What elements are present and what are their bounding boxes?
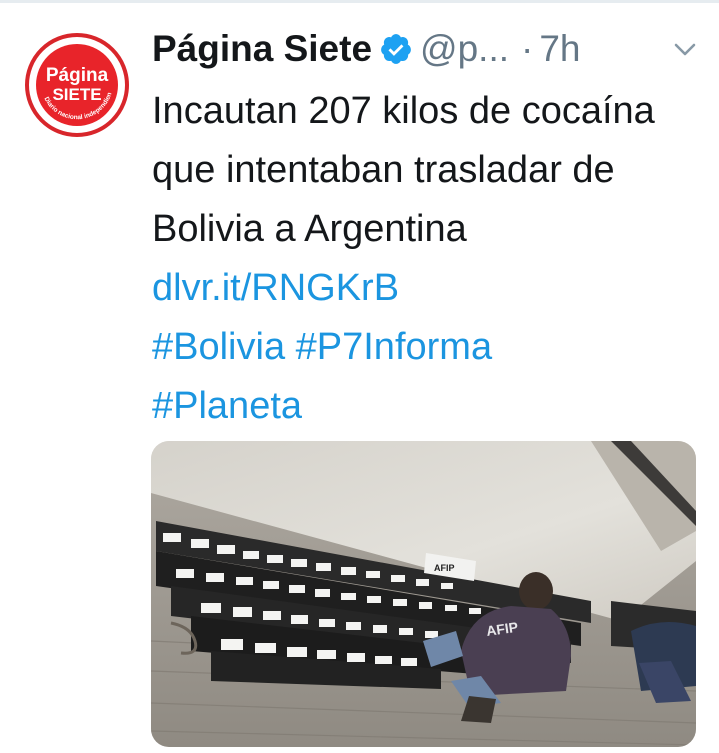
tweet-text: Incautan 207 kilos de cocaína que intent… [152, 82, 692, 436]
separator-dot: · [521, 28, 534, 69]
tweet-header: Página Siete @p... · 7h [152, 26, 712, 72]
verified-badge-icon [381, 34, 411, 64]
avatar[interactable]: Página SIETE Diario nacional independien… [25, 33, 129, 137]
hashtag-bolivia[interactable]: #Bolivia [152, 326, 285, 368]
logo-tagline-arc: Diario nacional independiente [29, 37, 114, 121]
hashtag-p7informa[interactable]: #P7Informa [296, 326, 492, 368]
photo-cocaine-seizure: AFIP AFIP [151, 441, 696, 747]
chevron-down-icon[interactable] [674, 42, 696, 58]
tweet-body: Incautan 207 kilos de cocaína que intent… [152, 90, 655, 250]
timestamp[interactable]: 7h [539, 28, 580, 70]
author-handle[interactable]: @p... [420, 28, 509, 70]
tweet-link[interactable]: dlvr.it/RNGKrB [152, 267, 399, 309]
svg-text:Diario nacional independiente: Diario nacional independiente [29, 37, 114, 121]
svg-text:AFIP: AFIP [434, 563, 455, 573]
tweet-media-photo[interactable]: AFIP AFIP [151, 441, 696, 747]
hashtag-planeta[interactable]: #Planeta [152, 385, 302, 427]
author-name[interactable]: Página Siete [152, 28, 372, 70]
divider [0, 0, 719, 3]
